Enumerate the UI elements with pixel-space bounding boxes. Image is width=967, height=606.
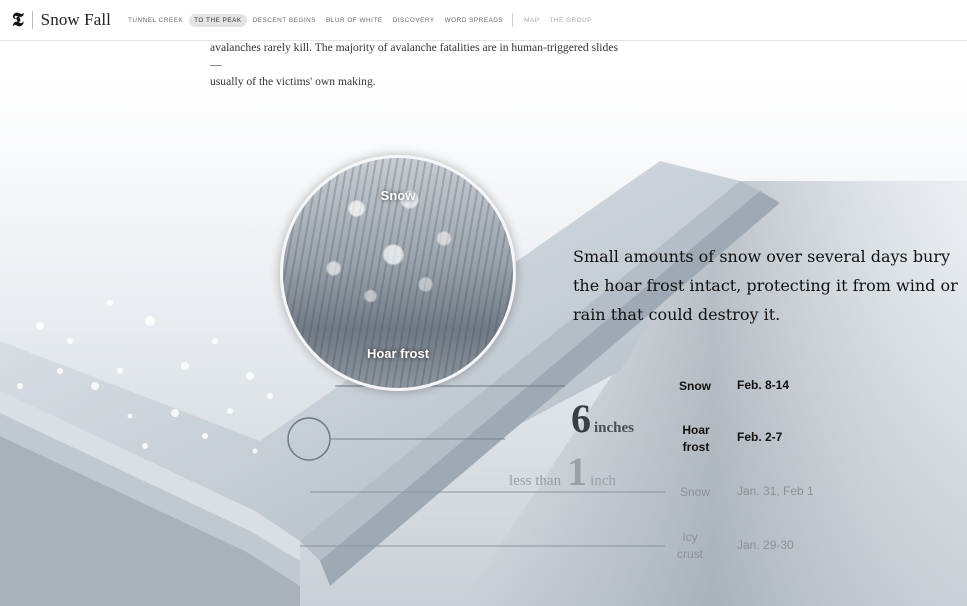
depth-six-unit: inches xyxy=(594,420,635,436)
nav-item-blur-of-white[interactable]: BLUR OF WHITE xyxy=(322,14,387,27)
depth-less-than-one-inch: less than 1 inch xyxy=(509,448,616,495)
intro-line-1: avalanches rarely kill. The majority of … xyxy=(210,41,618,71)
layer-date-icy-crust: Jan. 29-30 xyxy=(737,538,794,552)
circle-label-snow: Snow xyxy=(380,188,416,203)
snowpack-graphic: Snow Hoar frost Small amounts of snow ov… xyxy=(0,41,967,606)
depth-six-number: 6 xyxy=(571,396,591,441)
circle-label-hoar-frost: Hoar frost xyxy=(366,346,430,361)
layer-date-snow-top: Feb. 8-14 xyxy=(737,378,790,392)
nyt-logo-icon[interactable]: 𝕿 xyxy=(12,10,24,30)
nav-item-discovery[interactable]: DISCOVERY xyxy=(389,14,439,27)
nav-divider xyxy=(512,13,514,27)
hoar-frost-zoom-circle: Snow Hoar frost xyxy=(280,155,516,391)
layer-label-snow-top: Snow xyxy=(679,379,711,393)
depth-one-prefix: less than xyxy=(509,473,562,489)
layer-date-snow-lower: Jan. 31, Feb 1 xyxy=(737,484,814,498)
layer-label-hoar-frost: Hoar frost xyxy=(682,423,710,454)
nav-item-tunnel-creek[interactable]: TUNNEL CREEK xyxy=(124,14,187,27)
brand-divider xyxy=(31,11,33,29)
intro-line-2: usually of the victims' own making. xyxy=(210,75,376,88)
nav-item-the-group[interactable]: THE GROUP xyxy=(546,14,597,27)
layer-label-snow-lower: Snow xyxy=(679,485,711,499)
depth-one-number: 1 xyxy=(567,449,588,494)
nav-item-word-spreads[interactable]: WORD SPREADS xyxy=(441,14,508,27)
layer-label-icy-crust: Icy crust xyxy=(676,530,703,561)
nav-item-descent-begins[interactable]: DESCENT BEGINS xyxy=(249,14,320,27)
brand-title[interactable]: Snow Fall xyxy=(41,10,111,30)
depth-six-inches: 6 inches xyxy=(571,395,634,442)
depth-one-unit: inch xyxy=(590,473,616,489)
nav-item-map[interactable]: MAP xyxy=(520,14,543,27)
graphic-caption: Small amounts of snow over several days … xyxy=(573,247,958,324)
top-nav: 𝕿 Snow Fall TUNNEL CREEK TO THE PEAK DES… xyxy=(0,0,967,41)
layer-date-hoar-frost: Feb. 2-7 xyxy=(737,430,783,444)
article-intro: avalanches rarely kill. The majority of … xyxy=(210,39,630,90)
nav-item-to-the-peak[interactable]: TO THE PEAK xyxy=(189,13,247,27)
